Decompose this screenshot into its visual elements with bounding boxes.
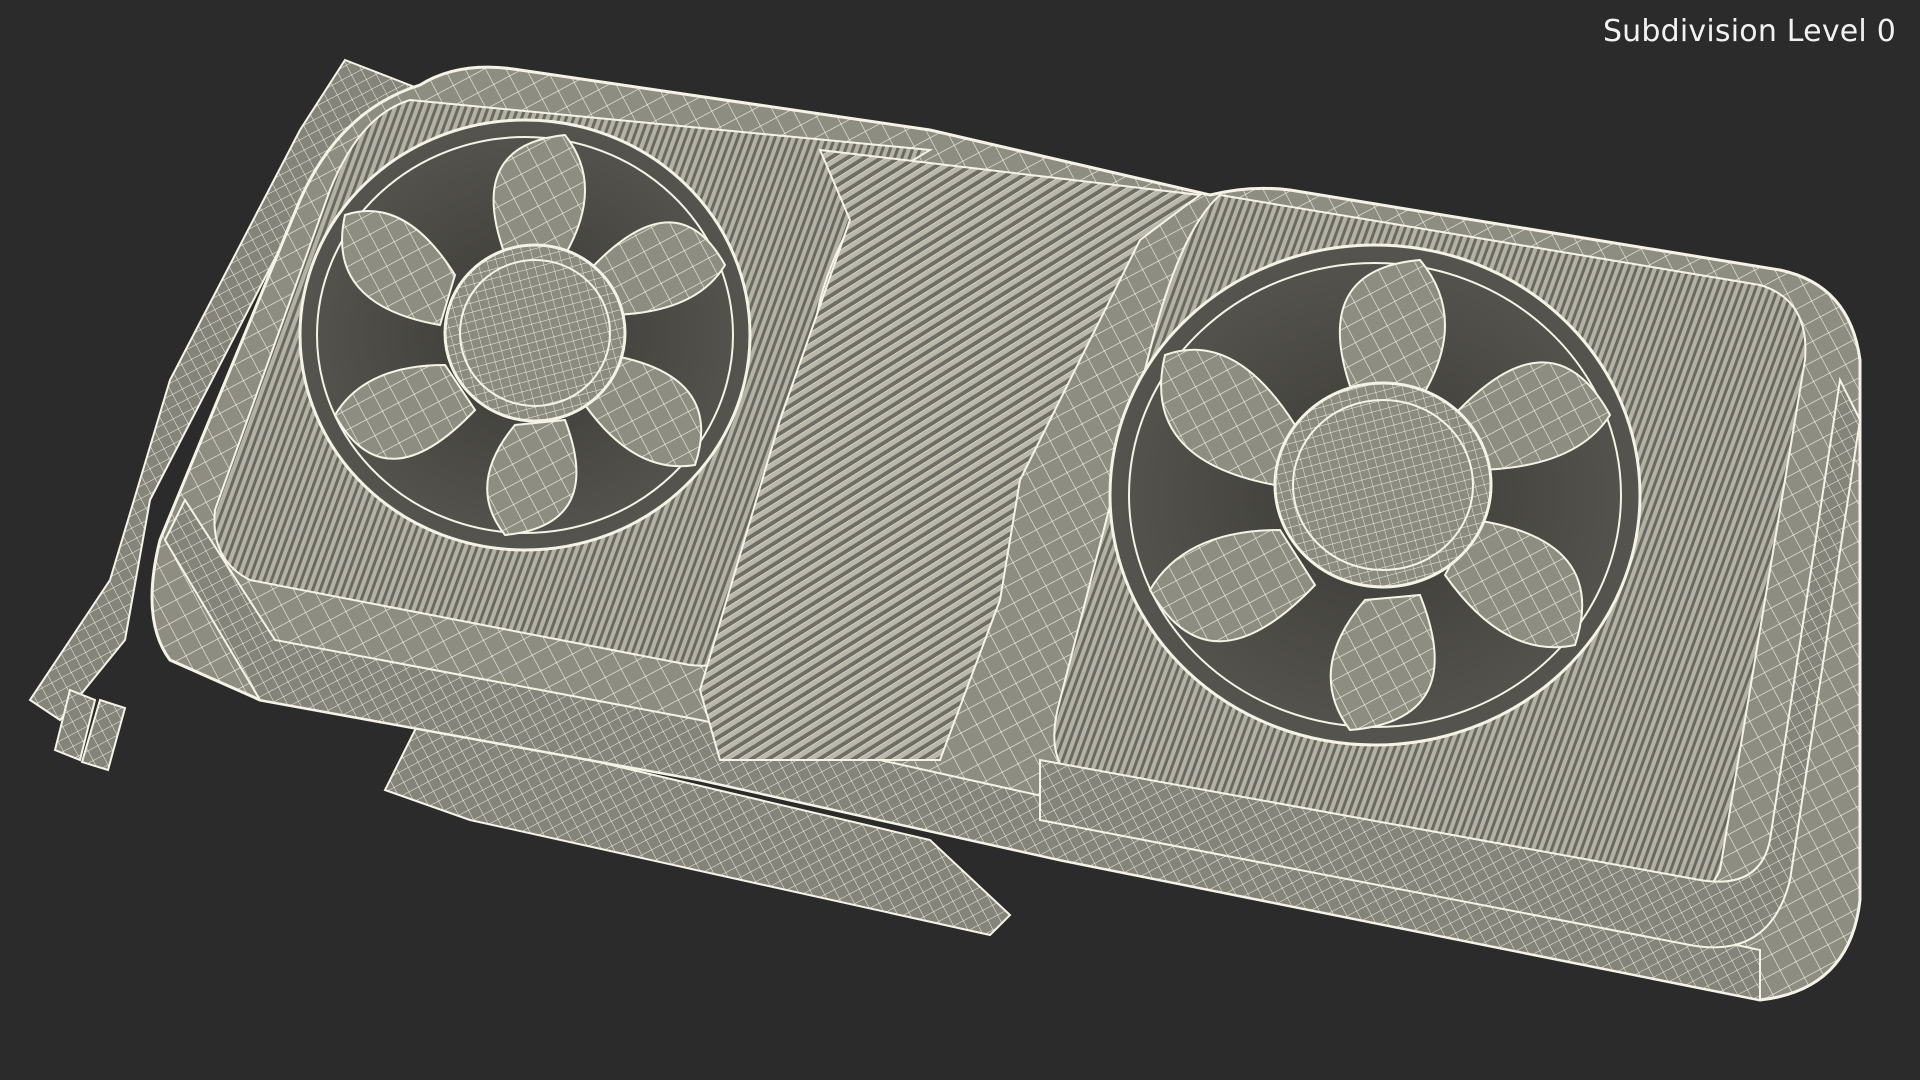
graphics-card-wireframe-render: [28, 58, 1862, 1002]
subdivision-level-label: Subdivision Level 0: [1602, 14, 1896, 49]
left-fan: [298, 118, 752, 552]
3d-viewport[interactable]: Subdivision Level 0: [0, 0, 1920, 1080]
right-fan: [1108, 243, 1642, 747]
